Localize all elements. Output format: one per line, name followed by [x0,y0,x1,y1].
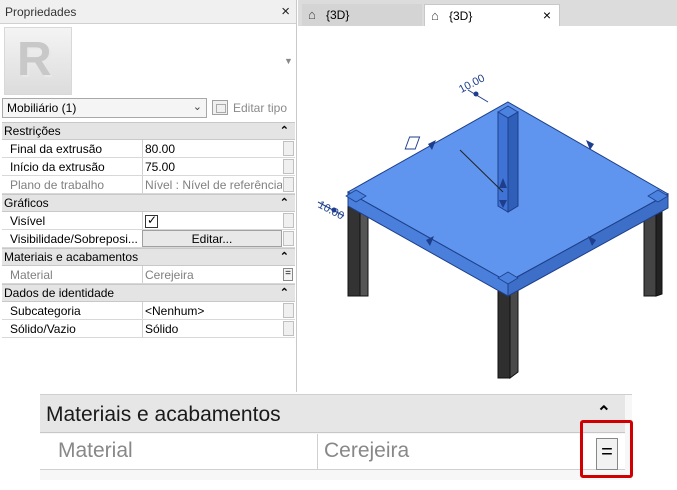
prop-row-visibility-override[interactable]: Visibilidade/Sobreposi... Editar... [2,230,295,248]
house-3d-icon: ⌂ [308,7,316,22]
prop-row-visible[interactable]: Visível [2,212,295,230]
view-tabs: ⌂ {3D} ⌂ {3D} × [298,0,677,26]
group-label: Materiais e acabamentos [4,250,139,264]
prop-name: Visível [10,214,46,228]
zoom-group-header: Materiais e acabamentos ⌃ [40,395,625,433]
prop-value: Nível : Nível de referência [142,176,282,193]
prop-value-select[interactable]: Sólido [142,320,282,337]
prop-value [142,212,282,229]
dimension-grip[interactable] [473,91,479,97]
table-3d-model[interactable]: 10.00 10.00 [298,26,677,390]
extrusion-post-front[interactable] [497,111,509,213]
prop-row-material[interactable]: Material Cerejeira = [2,266,295,284]
work-plane-icon[interactable] [404,136,421,150]
scrollbar-segment[interactable] [283,141,294,156]
group-identity-data[interactable]: Dados de identidade ⌃ [2,284,295,302]
group-constraints[interactable]: Restrições ⌃ [2,122,295,140]
type-selector-row: Mobiliário (1) ⌄ Editar tipo [2,98,295,120]
scrollbar-segment[interactable] [283,231,294,246]
associate-parameter-button[interactable]: = [283,268,293,281]
caret-down-icon[interactable]: ▼ [284,56,293,66]
house-3d-icon: ⌂ [431,8,439,23]
group-label: Gráficos [4,196,49,210]
type-selector-dropdown[interactable]: Mobiliário (1) ⌄ [2,98,207,118]
zoom-prop-value: Cerejeira [317,434,617,469]
3d-viewport[interactable]: 10.00 10.00 [298,26,677,390]
prop-row-extrusion-start[interactable]: Início da extrusão 75.00 [2,158,295,176]
edit-type-label: Editar tipo [233,101,288,115]
extrusion-post-side [507,111,519,213]
prop-value-input[interactable]: 75.00 [142,158,282,175]
collapse-icon[interactable]: ⌃ [280,195,289,211]
close-icon[interactable]: × [281,3,290,20]
prop-name: Início da extrusão [10,160,105,174]
group-graphics[interactable]: Gráficos ⌃ [2,194,295,212]
tab-label: {3D} [326,8,350,22]
zoom-material-row: Material Cerejeira [40,434,625,470]
prop-name: Plano de trabalho [10,178,105,192]
tab-3d-inactive[interactable]: ⌂ {3D} [302,4,422,26]
group-label: Dados de identidade [4,286,115,300]
zoom-prop-name: Material [58,439,133,462]
properties-title: Propriedades [5,5,77,19]
prop-value: Cerejeira [142,266,282,283]
type-preview-image: R [4,27,72,95]
prop-name: Subcategoria [10,304,81,318]
type-selector-value: Mobiliário (1) [7,101,77,115]
table-leg-left[interactable] [347,203,361,297]
collapse-icon[interactable]: ⌃ [280,249,289,265]
scrollbar-segment[interactable] [283,213,294,228]
properties-grid: Restrições ⌃ Final da extrusão 80.00 Iní… [2,122,295,338]
zoomed-callout: Materiais e acabamentos ⌃ Material Cerej… [40,394,632,480]
dimension-line-top [467,89,489,103]
prop-name: Material [10,268,53,282]
group-materials[interactable]: Materiais e acabamentos ⌃ [2,248,295,266]
scrollbar-segment[interactable] [283,159,294,174]
table-leg-front[interactable] [497,283,511,379]
prop-value-select[interactable]: <Nenhum> [142,302,282,319]
prop-name: Visibilidade/Sobreposi... [10,232,138,246]
scrollbar-segment[interactable] [283,321,294,336]
prop-row-work-plane: Plano de trabalho Nível : Nível de refer… [2,176,295,194]
tab-3d-active[interactable]: ⌂ {3D} × [424,4,560,26]
properties-title-bar: Propriedades × [0,0,296,24]
prop-name: Final da extrusão [10,142,103,156]
tab-label: {3D} [449,9,473,23]
properties-panel: Propriedades × R ▼ Mobiliário (1) ⌄ Edit… [0,0,297,392]
close-tab-icon[interactable]: × [543,7,551,23]
collapse-icon[interactable]: ⌃ [280,123,289,139]
edit-type-icon [212,100,228,115]
prop-row-subcategory[interactable]: Subcategoria <Nenhum> [2,302,295,320]
dimension-label-left[interactable]: 10.00 [316,199,346,223]
scrollbar-segment[interactable] [283,177,294,192]
edit-visibility-button[interactable]: Editar... [142,230,282,247]
group-label: Restrições [4,124,61,138]
collapse-icon[interactable]: ⌃ [280,285,289,301]
prop-row-solid-void[interactable]: Sólido/Vazio Sólido [2,320,295,338]
prop-value-input[interactable]: 80.00 [142,140,282,157]
chevron-down-icon: ⌄ [192,101,202,113]
zoom-group-label: Materiais e acabamentos [46,403,281,426]
prop-name: Sólido/Vazio [10,322,76,336]
visible-checkbox[interactable] [145,213,158,228]
scrollbar-segment[interactable] [283,303,294,318]
edit-type-button[interactable]: Editar tipo [212,98,294,118]
revit-logo-icon: R [17,33,52,86]
table-leg-left-side [359,203,369,297]
highlight-box [580,420,633,478]
prop-row-extrusion-end[interactable]: Final da extrusão 80.00 [2,140,295,158]
